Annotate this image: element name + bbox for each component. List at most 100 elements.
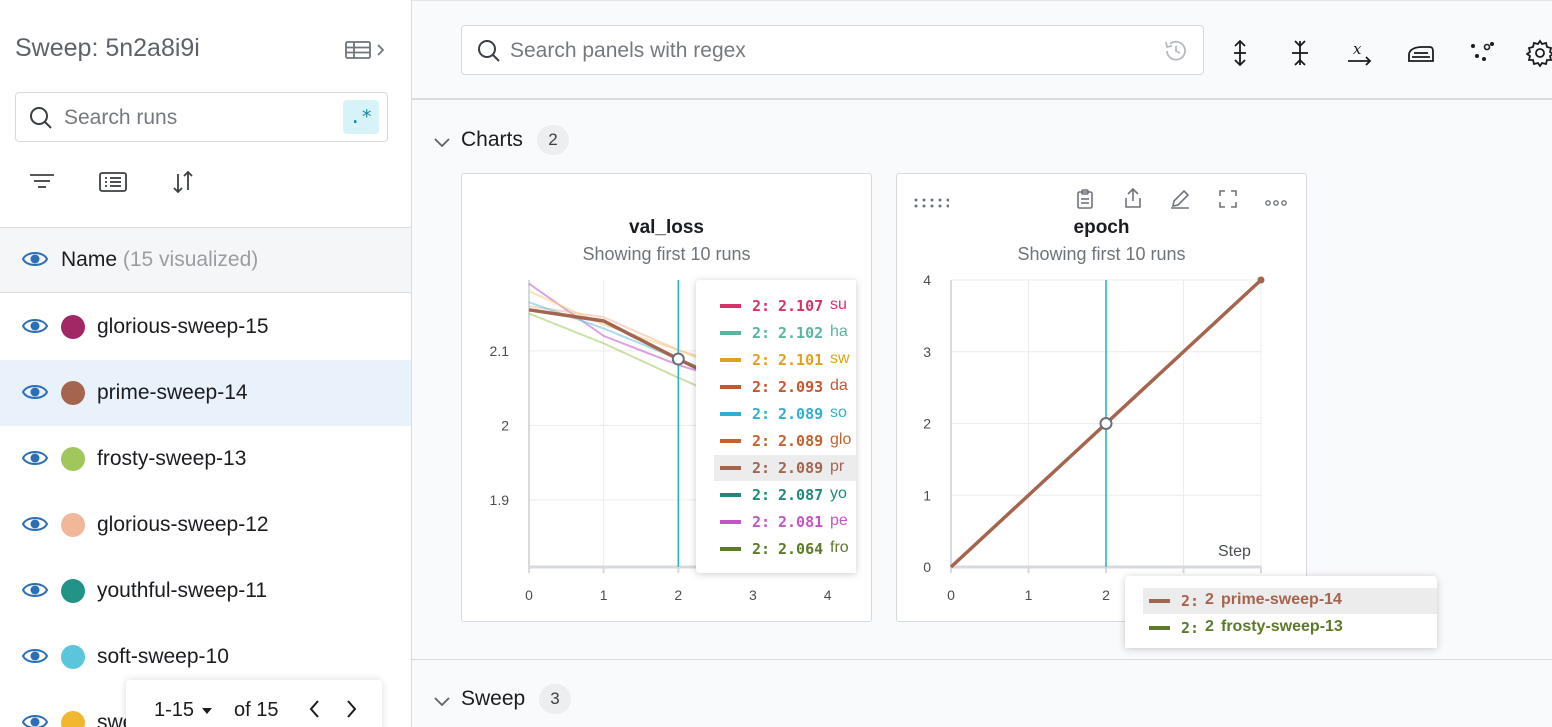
tooltip-step: 2: xyxy=(752,378,771,396)
tooltip-run-name: ha xyxy=(830,323,848,340)
run-row[interactable]: glorious-sweep-15 xyxy=(0,294,411,360)
panel-search-box[interactable]: Search panels with regex xyxy=(461,25,1204,75)
y-tick-label: 3 xyxy=(923,344,931,360)
tooltip-run-name: glo xyxy=(830,431,852,448)
gear-icon[interactable] xyxy=(1525,39,1552,72)
tooltip-step: 2: xyxy=(1181,592,1200,610)
run-color-dot[interactable] xyxy=(61,513,85,537)
tooltip-row: 2: 2.081 pe xyxy=(714,509,856,535)
panel-toolbar: Search panels with regex x xyxy=(412,0,1552,100)
prev-page-button[interactable] xyxy=(306,698,324,726)
run-row[interactable]: frosty-sweep-13 xyxy=(0,426,411,492)
section-title: Charts xyxy=(461,128,523,151)
eye-icon[interactable] xyxy=(21,579,49,606)
eye-icon[interactable] xyxy=(21,645,49,672)
run-row[interactable]: glorious-sweep-12 xyxy=(0,492,411,558)
run-color-dot[interactable] xyxy=(61,315,85,339)
runs-name-header[interactable]: Name (15 visualized) xyxy=(0,227,411,293)
run-row[interactable]: youthful-sweep-11 xyxy=(0,558,411,624)
tooltip-step: 2: xyxy=(752,540,771,558)
name-header-text: Name xyxy=(61,248,118,271)
series-swatch xyxy=(720,412,741,416)
tooltip-row: 2: 2.064 fro xyxy=(714,536,856,562)
eye-icon[interactable] xyxy=(21,447,49,474)
group-icon[interactable] xyxy=(98,168,128,201)
tooltip-value: 2.107 xyxy=(778,297,824,315)
tooltip-value: 2.064 xyxy=(778,540,824,558)
series-swatch xyxy=(1149,599,1170,603)
eye-icon[interactable] xyxy=(21,315,49,342)
smoothing-icon[interactable] xyxy=(1406,39,1436,72)
run-name[interactable]: youthful-sweep-11 xyxy=(97,579,267,603)
chevron-down-icon[interactable] xyxy=(432,691,452,715)
run-name[interactable]: glorious-sweep-12 xyxy=(97,513,269,537)
series-swatch xyxy=(1149,626,1170,630)
tooltip-run-name: da xyxy=(830,377,848,394)
series-swatch xyxy=(720,466,741,470)
next-page-button[interactable] xyxy=(342,698,360,726)
series-swatch xyxy=(720,439,741,443)
val-loss-panel[interactable]: val_loss Showing first 10 runs 1.9 2 2.1 0 1… xyxy=(461,173,872,622)
regex-toggle-button[interactable]: .* xyxy=(343,100,379,134)
run-name[interactable]: frosty-sweep-13 xyxy=(97,447,246,471)
tooltip-run-name: sw xyxy=(830,350,850,367)
eye-icon[interactable] xyxy=(21,381,49,408)
page-size-select[interactable]: 1-15 xyxy=(154,699,214,722)
section-divider xyxy=(412,659,1552,660)
chevron-down-icon[interactable] xyxy=(432,132,452,156)
history-icon[interactable] xyxy=(1163,38,1189,69)
tooltip-row: 2: 2.089 pr xyxy=(714,455,856,481)
eye-icon[interactable] xyxy=(21,711,49,727)
tooltip-step: 2: xyxy=(1181,619,1200,637)
x-tick-label: 4 xyxy=(824,587,832,603)
run-search-box[interactable]: Search runs .* xyxy=(15,92,388,142)
panel-search-input[interactable]: Search panels with regex xyxy=(510,39,746,63)
x-tick-label: 3 xyxy=(749,587,757,603)
sort-icon[interactable] xyxy=(170,168,196,201)
series-end-point xyxy=(1257,276,1265,284)
tooltip-value: 2 xyxy=(1205,618,1214,635)
tooltip-value: 2.089 xyxy=(778,459,824,477)
y-tick-label: 2 xyxy=(501,417,509,433)
run-list: glorious-sweep-15 prime-sweep-14 frosty-sw… xyxy=(0,294,411,727)
sweep-title: Sweep: 5n2a8i9i xyxy=(15,34,200,62)
tooltip-step: 2: xyxy=(752,486,771,504)
run-color-dot[interactable] xyxy=(61,579,85,603)
tooltip-row: 2: 2.089 glo xyxy=(714,428,856,454)
tooltip-step: 2: xyxy=(752,459,771,477)
tooltip-value: 2.081 xyxy=(778,513,824,531)
run-color-dot[interactable] xyxy=(61,711,85,727)
run-search-input[interactable]: Search runs xyxy=(64,106,177,130)
tooltip-row: 2: 2.089 so xyxy=(714,401,856,427)
outliers-icon[interactable] xyxy=(1468,39,1496,72)
collapse-vertical-icon[interactable] xyxy=(1288,39,1312,72)
section-count-badge: 3 xyxy=(539,684,571,714)
x-axis-icon[interactable]: x xyxy=(1346,39,1374,72)
run-color-dot[interactable] xyxy=(61,447,85,471)
eye-icon[interactable] xyxy=(21,248,49,275)
page-total: of 15 xyxy=(234,699,279,721)
run-color-dot[interactable] xyxy=(61,381,85,405)
run-color-dot[interactable] xyxy=(61,645,85,669)
eye-icon[interactable] xyxy=(21,513,49,540)
expand-vertical-icon[interactable] xyxy=(1228,39,1252,72)
series-swatch xyxy=(720,493,741,497)
epoch-panel[interactable]: epoch Showing first 10 runs 0123401234 S… xyxy=(896,173,1437,648)
filter-icon[interactable] xyxy=(28,168,56,201)
y-tick-label: 2 xyxy=(923,416,931,432)
run-name[interactable]: glorious-sweep-15 xyxy=(97,315,269,339)
run-name[interactable]: prime-sweep-14 xyxy=(97,381,248,405)
run-name[interactable]: soft-sweep-10 xyxy=(97,645,229,669)
tooltip-run-name: pe xyxy=(830,512,848,529)
run-row[interactable]: prime-sweep-14 xyxy=(0,360,411,426)
table-view-icon[interactable] xyxy=(344,38,388,62)
search-icon xyxy=(28,105,54,136)
workspace-main: Search panels with regex x Charts 2 val_… xyxy=(412,0,1552,727)
tooltip-row: 2: 2.107 su xyxy=(714,293,856,319)
hover-point xyxy=(1099,417,1113,430)
tooltip-value: 2 xyxy=(1205,591,1214,608)
tooltip-value: 2.102 xyxy=(778,324,824,342)
tooltip-row: 2: 2 frosty-sweep-13 xyxy=(1143,615,1437,641)
section-title: Sweep xyxy=(461,687,526,710)
tooltip-run-name: frosty-sweep-13 xyxy=(1221,618,1343,635)
